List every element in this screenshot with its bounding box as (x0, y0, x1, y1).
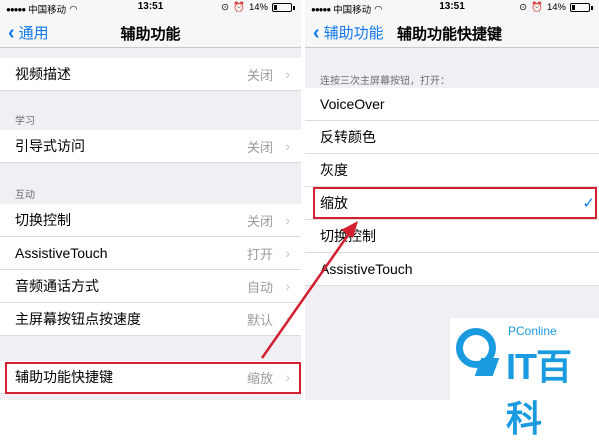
row-value: 默认 (246, 312, 273, 328)
row-switch-control[interactable]: 切换控制 关闭 › (0, 204, 301, 237)
magnifier-icon (456, 328, 496, 368)
option-zoom[interactable]: 缩放 ✓ (305, 187, 599, 220)
nav-bar: ‹ 辅助功能 辅助功能快捷键 (305, 16, 599, 48)
option-invert-colors[interactable]: 反转颜色 (305, 121, 599, 154)
accessibility-screen: ●●●●● 中国移动 ◠ 13:51 ⊙ ⏰ 14% ‹ 通用 辅助功能 视频描… (0, 0, 303, 400)
row-value: 打开 (246, 246, 273, 262)
option-voiceover[interactable]: VoiceOver (305, 88, 599, 121)
checkmark-icon: ✓ (582, 195, 595, 212)
option-label: 缩放 (320, 195, 348, 211)
row-assistive-touch[interactable]: AssistiveTouch 打开 › (0, 237, 301, 270)
pconline-logo: PConline IT百科 (450, 318, 599, 439)
chevron-right-icon: › (285, 245, 290, 261)
battery-icon (570, 3, 590, 12)
battery-percent: 14% (546, 2, 566, 13)
row-value: 关闭 (246, 213, 273, 229)
row-value: 自动 (246, 279, 273, 295)
chevron-right-icon: › (285, 311, 290, 327)
back-label: 辅助功能 (323, 25, 384, 42)
page-title: 辅助功能 (120, 26, 181, 43)
lock-rotation-icon: ⊙ (519, 2, 528, 13)
row-label: 辅助功能快捷键 (15, 369, 113, 385)
row-label: 引导式访问 (15, 138, 85, 154)
section-header-interaction: 互动 (15, 190, 35, 201)
nav-bar: ‹ 通用 辅助功能 (0, 16, 301, 48)
chevron-left-icon: ‹ (313, 21, 320, 44)
row-label: 视频描述 (15, 66, 71, 82)
option-label: 切换控制 (320, 228, 376, 244)
row-value: 缩放 (246, 370, 273, 386)
section-header-triple-click: 连按三次主屏幕按钮，打开： (320, 76, 450, 87)
page-title: 辅助功能快捷键 (397, 26, 503, 43)
status-bar: ●●●●● 中国移动 ◠ 13:51 ⊙ ⏰ 14% (305, 0, 599, 16)
alarm-icon: ⏰ (233, 2, 245, 13)
row-label: 切换控制 (15, 212, 71, 228)
status-bar: ●●●●● 中国移动 ◠ 13:51 ⊙ ⏰ 14% (0, 0, 301, 16)
option-grayscale[interactable]: 灰度 (305, 154, 599, 187)
chevron-right-icon: › (285, 369, 290, 385)
row-value: 关闭 (246, 67, 273, 83)
battery-percent: 14% (248, 2, 268, 13)
alarm-icon: ⏰ (531, 2, 543, 13)
option-assistive-touch[interactable]: AssistiveTouch (305, 253, 599, 286)
option-label: 灰度 (320, 162, 348, 178)
option-label: 反转颜色 (320, 129, 376, 145)
option-label: AssistiveTouch (320, 261, 413, 277)
row-call-audio-routing[interactable]: 音频通话方式 自动 › (0, 270, 301, 303)
chevron-right-icon: › (285, 138, 290, 154)
chevron-right-icon: › (285, 278, 290, 294)
back-button[interactable]: ‹ 辅助功能 (313, 22, 384, 43)
row-guided-access[interactable]: 引导式访问 关闭 › (0, 130, 301, 163)
row-home-click-speed[interactable]: 主屏幕按钮点按速度 默认 › (0, 303, 301, 336)
battery-icon (272, 3, 292, 12)
row-label: 音频通话方式 (15, 278, 99, 294)
option-switch-control[interactable]: 切换控制 (305, 220, 599, 253)
chevron-right-icon: › (285, 66, 290, 82)
row-label: AssistiveTouch (15, 245, 108, 261)
row-label: 主屏幕按钮点按速度 (15, 311, 141, 327)
option-label: VoiceOver (320, 96, 385, 112)
chevron-right-icon: › (285, 212, 290, 228)
logo-big-text: IT百科 (506, 346, 572, 439)
row-video-description[interactable]: 视频描述 关闭 › (0, 58, 301, 91)
lock-rotation-icon: ⊙ (221, 2, 230, 13)
row-value: 关闭 (246, 139, 273, 155)
row-accessibility-shortcut[interactable]: 辅助功能快捷键 缩放 › (0, 361, 301, 394)
section-header-learn: 学习 (15, 116, 35, 127)
logo-small-text: PConline (508, 324, 557, 338)
